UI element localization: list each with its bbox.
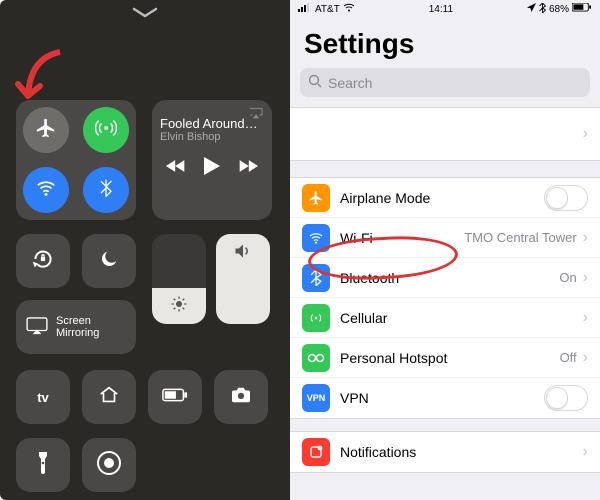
- moon-icon: [98, 248, 120, 275]
- home-button[interactable]: [82, 370, 136, 424]
- row-label: Notifications: [340, 444, 577, 460]
- screen-record-button[interactable]: [82, 438, 136, 492]
- signal-icon: [298, 3, 312, 15]
- play-icon[interactable]: [204, 157, 220, 180]
- chevron-right-icon: ›: [583, 269, 588, 287]
- status-bar: AT&T 14:11 68%: [290, 0, 600, 18]
- bluetooth-status-icon: [539, 3, 546, 16]
- orientation-lock-toggle[interactable]: [16, 234, 70, 288]
- flashlight-button[interactable]: [16, 438, 70, 492]
- orientation-lock-icon: [30, 246, 56, 277]
- volume-slider[interactable]: [216, 234, 270, 324]
- row-value: On: [559, 270, 576, 285]
- row-value: Off: [560, 350, 577, 365]
- row-value: TMO Central Tower: [464, 230, 576, 245]
- chevron-right-icon: ›: [583, 309, 588, 327]
- row-label: Airplane Mode: [340, 190, 544, 206]
- airplane-mode-row[interactable]: Airplane Mode: [290, 178, 600, 218]
- notifications-icon: [302, 438, 330, 466]
- antenna-icon: [95, 117, 117, 144]
- wifi-toggle[interactable]: [23, 167, 69, 213]
- row-label: Cellular: [340, 310, 577, 326]
- profile-row[interactable]: ›: [290, 107, 600, 161]
- chevron-right-icon: ›: [583, 443, 588, 461]
- wifi-icon: [302, 224, 330, 252]
- camera-button[interactable]: [214, 370, 268, 424]
- apple-tv-icon: tv: [37, 390, 49, 405]
- flashlight-icon: [37, 451, 49, 480]
- cellular-row[interactable]: Cellular ›: [290, 298, 600, 338]
- now-playing-tile[interactable]: Fooled Around… Elvin Bishop: [152, 100, 272, 220]
- chevron-right-icon: ›: [583, 229, 588, 247]
- bluetooth-toggle[interactable]: [83, 167, 129, 213]
- antenna-icon: [302, 304, 330, 332]
- vpn-icon: VPN: [302, 384, 330, 412]
- bluetooth-row[interactable]: Bluetooth On ›: [290, 258, 600, 298]
- rewind-icon[interactable]: [166, 159, 186, 178]
- airplane-icon: [35, 117, 57, 144]
- chevron-right-icon: ›: [583, 125, 588, 143]
- screen-mirroring-icon: [26, 317, 48, 338]
- wifi-status-icon: [343, 3, 355, 15]
- apple-tv-button[interactable]: tv: [16, 370, 70, 424]
- record-icon: [96, 450, 122, 481]
- battery-status-icon: [572, 3, 592, 15]
- cellular-data-toggle[interactable]: [83, 107, 129, 153]
- location-icon: [527, 3, 536, 15]
- clock-label: 14:11: [429, 4, 453, 15]
- brightness-icon: [170, 295, 188, 318]
- row-label: Wi-Fi: [340, 230, 464, 246]
- carrier-label: AT&T: [315, 4, 340, 15]
- home-icon: [98, 384, 120, 411]
- chevron-right-icon: ›: [583, 349, 588, 367]
- notifications-row[interactable]: Notifications ›: [290, 432, 600, 472]
- vpn-toggle-switch[interactable]: [544, 385, 588, 411]
- search-icon: [308, 74, 322, 91]
- battery-icon: [162, 388, 188, 407]
- row-label: Personal Hotspot: [340, 350, 560, 366]
- connectivity-tile[interactable]: [16, 100, 136, 220]
- camera-icon: [230, 386, 252, 409]
- airplane-mode-toggle-switch[interactable]: [544, 185, 588, 211]
- annotation-arrow: [10, 48, 74, 117]
- battery-percent-label: 68%: [549, 4, 569, 15]
- hotspot-icon: [302, 344, 330, 372]
- search-placeholder: Search: [328, 75, 372, 91]
- chevron-down-icon[interactable]: [132, 6, 158, 24]
- screen-mirroring-button[interactable]: Screen Mirroring: [16, 300, 136, 354]
- airplane-icon: [302, 184, 330, 212]
- bluetooth-icon: [96, 178, 116, 203]
- forward-icon[interactable]: [238, 159, 258, 178]
- airplay-icon[interactable]: [248, 106, 264, 125]
- volume-icon: [233, 242, 253, 265]
- do-not-disturb-toggle[interactable]: [82, 234, 136, 288]
- low-power-button[interactable]: [148, 370, 202, 424]
- brightness-slider[interactable]: [152, 234, 206, 324]
- personal-hotspot-row[interactable]: Personal Hotspot Off ›: [290, 338, 600, 378]
- wifi-row[interactable]: Wi-Fi TMO Central Tower ›: [290, 218, 600, 258]
- settings-panel: AT&T 14:11 68% Settings Search › Airplan…: [290, 0, 600, 500]
- row-label: VPN: [340, 390, 544, 406]
- now-playing-artist: Elvin Bishop: [160, 131, 264, 143]
- row-label: Bluetooth: [340, 270, 559, 286]
- screen-mirroring-label: Screen Mirroring: [56, 315, 126, 339]
- wifi-icon: [35, 177, 57, 204]
- bluetooth-icon: [302, 264, 330, 292]
- vpn-row[interactable]: VPN VPN: [290, 378, 600, 418]
- page-title: Settings: [290, 18, 600, 68]
- search-input[interactable]: Search: [300, 68, 590, 97]
- control-center-panel: Fooled Around… Elvin Bishop Screen Mirro…: [0, 0, 290, 500]
